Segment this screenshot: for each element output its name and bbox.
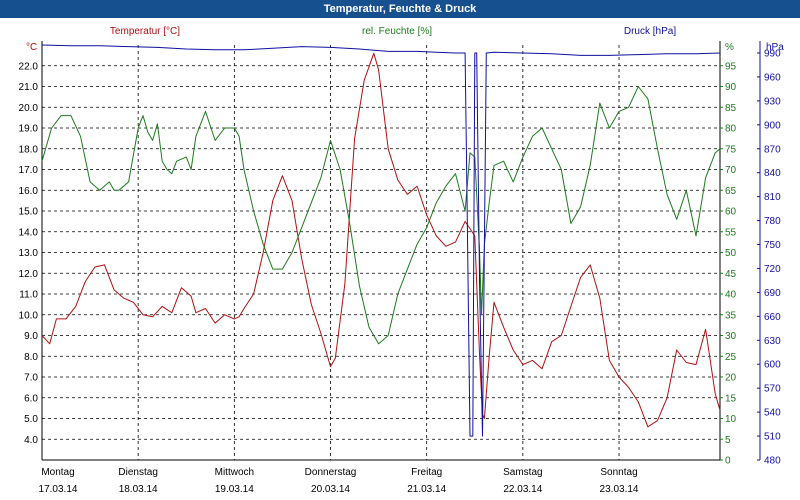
temperature-tick-label: 17.0 — [19, 165, 39, 176]
temperature-axis-title: Temperatur [°C] — [110, 26, 180, 37]
pressure-tick-label: 630 — [764, 336, 781, 347]
humidity-tick-label: 15 — [725, 393, 737, 404]
humidity-series-line — [41, 86, 721, 345]
humidity-tick-label: 60 — [725, 207, 737, 218]
pressure-tick-label: 930 — [764, 96, 781, 107]
x-tick-day-label: Mittwoch — [215, 467, 254, 478]
humidity-tick-label: 80 — [725, 124, 737, 135]
temperature-tick-label: 8.0 — [24, 352, 38, 363]
temperature-tick-label: 16.0 — [19, 186, 39, 197]
x-tick-date-label: 21.03.14 — [407, 484, 446, 495]
x-axis: Montag 17.03.14 Dienstag 18.03.14 Mittwoch 19… — [39, 467, 639, 495]
humidity-tick-label: 30 — [725, 331, 737, 342]
x-tick-date-label: 20.03.14 — [311, 484, 350, 495]
line-chart: °C 4.0 5.0 6.0 7.0 8.0 9.0 10.0 11.0 12.0 13.0 14.0… — [19, 26, 785, 495]
temperature-tick-label: 14.0 — [19, 227, 39, 238]
x-tick-day-label: Dienstag — [118, 467, 157, 478]
pressure-tick-label: 540 — [764, 408, 781, 419]
temperature-axis: °C 4.0 5.0 6.0 7.0 8.0 9.0 10.0 11.0 12.0 13.0 14.0… — [19, 26, 181, 446]
chart-window: Temperatur, Feuchte & Druck °C 4.0 5.0 6.0 7… — [0, 0, 800, 500]
x-tick-day-label: Sonntag — [600, 467, 637, 478]
pressure-unit-label: hPa — [766, 42, 784, 53]
pressure-tick-label: 660 — [764, 312, 781, 323]
pressure-axis: Druck [hPa]48051054057060063066069072075… — [624, 26, 784, 467]
temperature-tick-label: 6.0 — [24, 393, 38, 404]
pressure-tick-label: 810 — [764, 192, 781, 203]
humidity-tick-label: 65 — [725, 186, 737, 197]
window-title-bar: Temperatur, Feuchte & Druck — [0, 0, 800, 18]
chart-series — [41, 44, 721, 437]
pressure-tick-label: 600 — [764, 360, 781, 371]
pressure-tick-label: 510 — [764, 432, 781, 443]
pressure-tick-label: 960 — [764, 72, 781, 83]
pressure-tick-label: 570 — [764, 384, 781, 395]
pressure-tick-label: 690 — [764, 288, 781, 299]
humidity-tick-label: 45 — [725, 269, 737, 280]
x-tick-day-label: Donnerstag — [305, 467, 357, 478]
humidity-tick-label: 55 — [725, 227, 737, 238]
temperature-tick-label: 4.0 — [24, 435, 38, 446]
temperature-tick-label: 9.0 — [24, 331, 38, 342]
temperature-tick-label: 22.0 — [19, 61, 39, 72]
x-tick-day-label: Freitag — [411, 467, 442, 478]
temperature-tick-label: 10.0 — [19, 310, 39, 321]
temperature-tick-label: 19.0 — [19, 124, 39, 135]
x-tick-date-label: 17.03.14 — [39, 484, 78, 495]
pressure-tick-label: 780 — [764, 216, 781, 227]
humidity-tick-label: 25 — [725, 352, 737, 363]
x-tick-day-label: Montag — [41, 467, 74, 478]
temperature-tick-label: 20.0 — [19, 103, 39, 114]
temperature-tick-label: 21.0 — [19, 82, 39, 93]
x-tick-date-label: 18.03.14 — [119, 484, 158, 495]
pressure-tick-label: 870 — [764, 144, 781, 155]
pressure-axis-title: Druck [hPa] — [624, 26, 676, 37]
pressure-tick-label: 750 — [764, 240, 781, 251]
temperature-tick-label: 18.0 — [19, 144, 39, 155]
humidity-tick-label: 70 — [725, 165, 737, 176]
pressure-tick-label: 900 — [764, 120, 781, 131]
x-tick-date-label: 23.03.14 — [600, 484, 639, 495]
temperature-series-line — [41, 52, 721, 428]
pressure-series-line — [41, 44, 721, 437]
humidity-axis: rel. Feuchte [%] 0 5 10 15 20 25 30 35 40 45 50 55 60… — [362, 26, 737, 467]
pressure-tick-label: 720 — [764, 264, 781, 275]
humidity-tick-label: 95 — [725, 61, 737, 72]
humidity-tick-label: 5 — [725, 435, 731, 446]
plot-area-frame — [41, 41, 721, 461]
humidity-tick-label: 20 — [725, 373, 737, 384]
temperature-tick-label: 7.0 — [24, 373, 38, 384]
temperature-tick-label: 5.0 — [24, 414, 38, 425]
temperature-tick-label: 12.0 — [19, 269, 39, 280]
x-tick-date-label: 22.03.14 — [503, 484, 542, 495]
humidity-tick-label: 90 — [725, 82, 737, 93]
pressure-tick-label: 480 — [764, 456, 781, 467]
humidity-tick-label: 50 — [725, 248, 737, 259]
humidity-unit-label: % — [725, 42, 734, 53]
pressure-tick-label: 840 — [764, 168, 781, 179]
chart-grid — [41, 45, 720, 460]
temperature-unit-label: °C — [26, 42, 37, 53]
humidity-tick-label: 0 — [725, 456, 731, 467]
humidity-tick-label: 85 — [725, 103, 737, 114]
humidity-tick-label: 40 — [725, 290, 737, 301]
x-tick-day-label: Samstag — [503, 467, 542, 478]
window-title: Temperatur, Feuchte & Druck — [323, 3, 477, 15]
x-tick-date-label: 19.03.14 — [215, 484, 254, 495]
temperature-tick-label: 11.0 — [19, 290, 38, 301]
temperature-tick-label: 13.0 — [19, 248, 39, 259]
humidity-axis-title: rel. Feuchte [%] — [362, 26, 432, 37]
humidity-tick-label: 35 — [725, 310, 737, 321]
humidity-tick-label: 75 — [725, 144, 737, 155]
temperature-tick-label: 15.0 — [19, 207, 39, 218]
humidity-tick-label: 10 — [725, 414, 737, 425]
